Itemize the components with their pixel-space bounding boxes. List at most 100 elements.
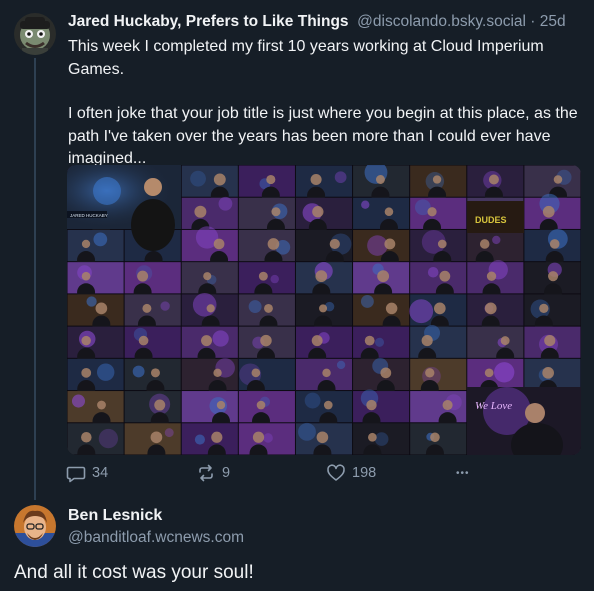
collage-tile	[181, 165, 238, 197]
collage-person-head	[488, 174, 499, 185]
collage-tile	[124, 262, 181, 294]
collage-person-head	[442, 399, 453, 411]
collage-person-head	[548, 271, 559, 282]
collage-person-head	[319, 304, 328, 313]
collage-tile-light	[160, 301, 170, 311]
post-actions-bar: 34 9 198 •••	[66, 462, 486, 484]
time-separator: ·	[525, 13, 540, 30]
thread-connector-line	[34, 58, 36, 500]
collage-person-head	[95, 302, 108, 315]
reply-count: 34	[92, 465, 109, 481]
collage-person-head	[267, 238, 280, 250]
collage-tile-light	[360, 295, 374, 308]
collage-person-head	[310, 173, 322, 186]
collage-person-head	[377, 270, 390, 283]
collage-person-head	[316, 431, 329, 444]
collage-person-head	[97, 400, 106, 410]
collage-person-head	[432, 175, 442, 184]
collage-tile-light	[270, 274, 279, 284]
collage-person-head	[315, 270, 328, 283]
collage-person-head	[385, 302, 398, 315]
collage-person-head	[437, 239, 447, 249]
collage-tile-light	[263, 433, 273, 443]
post-timestamp[interactable]: 25d	[540, 13, 566, 30]
collage-person-head	[542, 366, 554, 379]
author-display-name[interactable]: Jared Huckaby, Prefers to Like Things	[68, 13, 349, 30]
collage-person-head	[329, 238, 340, 250]
avatar-cartoon-face-icon	[14, 13, 56, 55]
collage-person-head	[421, 335, 433, 347]
collage-person-head	[553, 175, 563, 184]
post-paragraph: This week I completed my first 10 years …	[68, 38, 544, 78]
collage-person-head	[251, 368, 261, 378]
collage-tile-light	[494, 362, 515, 383]
collage-person-head	[312, 206, 324, 218]
collage-person-head	[544, 335, 556, 347]
featured-tile-bottom-right: We Love	[467, 387, 581, 455]
collage-tile-light	[304, 392, 321, 409]
like-button[interactable]: 198	[326, 462, 376, 484]
more-options-button[interactable]: •••	[456, 462, 470, 484]
collage-person-head	[258, 271, 268, 281]
avatar-illustrated-portrait-icon	[14, 505, 56, 547]
collage-tile	[67, 358, 124, 391]
collage-person-head	[154, 399, 166, 411]
reply-body: And all it cost was your soul!	[14, 562, 254, 583]
collage-tile	[67, 262, 124, 294]
collage-person-head	[380, 367, 392, 379]
collage-person-head	[539, 303, 549, 314]
reply-button[interactable]: 34	[66, 462, 108, 484]
like-icon	[327, 464, 345, 481]
collage-person-head	[213, 173, 226, 186]
collage-person-head	[264, 303, 273, 313]
collage-person-head	[81, 239, 91, 249]
collage-person-head	[266, 174, 276, 185]
collage-tile-light	[367, 235, 388, 256]
collage-person-head	[479, 239, 490, 249]
parent-post[interactable]: Jared Huckaby, Prefers to Like Things @d…	[0, 0, 594, 500]
collage-tile-light	[132, 365, 145, 378]
collage-tile-light	[98, 428, 119, 449]
collage-person-head	[81, 432, 92, 443]
repost-button[interactable]: 9	[196, 462, 230, 484]
collage-tile-light	[374, 432, 389, 446]
collage-person-head	[138, 335, 149, 346]
author-handle[interactable]: @discolando.bsky.social	[353, 13, 526, 30]
collage-person-head	[194, 205, 207, 218]
repost-icon	[199, 464, 213, 482]
author-avatar[interactable]	[14, 13, 56, 55]
post-header: Jared Huckaby, Prefers to Like Things @d…	[68, 12, 578, 32]
reply-author-handle[interactable]: @banditloaf.wcnews.com	[68, 528, 244, 548]
collage-person-head	[81, 335, 91, 346]
collage-person-head	[211, 431, 223, 443]
collage-person-head	[425, 368, 435, 378]
reply-author-avatar[interactable]	[14, 505, 56, 547]
collage-person-head	[137, 270, 149, 282]
post-image-collage[interactable]: JARED HUCKABY We Love DUDES	[67, 165, 581, 455]
collage-person-head	[322, 368, 331, 378]
collage-person-head	[150, 368, 160, 378]
collage-image: JARED HUCKABY We Love DUDES	[67, 165, 581, 455]
collage-person-head	[549, 239, 560, 249]
collage-person-head	[384, 207, 394, 217]
collage-person-head	[271, 207, 281, 217]
collage-person-head	[484, 302, 497, 315]
collage-person-head	[368, 432, 377, 442]
collage-person-head	[542, 205, 555, 218]
collage-tile-light	[71, 394, 86, 408]
post-body: This week I completed my first 10 years …	[68, 36, 580, 171]
collage-person-head	[213, 238, 225, 250]
collage-tile-light	[409, 299, 434, 324]
reply-author-name[interactable]: Ben Lesnick	[68, 505, 162, 527]
collage-tile-light	[212, 330, 229, 347]
collage-dudes-sign: DUDES	[475, 215, 507, 225]
reply-icon	[66, 466, 86, 483]
collage-person-head	[142, 303, 152, 313]
collage-person-head	[311, 335, 323, 347]
collage-tile-light	[96, 363, 115, 381]
author-handle-text[interactable]: @discolando.bsky.social	[357, 13, 526, 30]
collage-tile-light	[492, 235, 501, 245]
collage-tile-light	[190, 170, 206, 187]
dudes-sign-tile: DUDES	[467, 201, 524, 233]
collage-tile-light	[248, 300, 262, 314]
